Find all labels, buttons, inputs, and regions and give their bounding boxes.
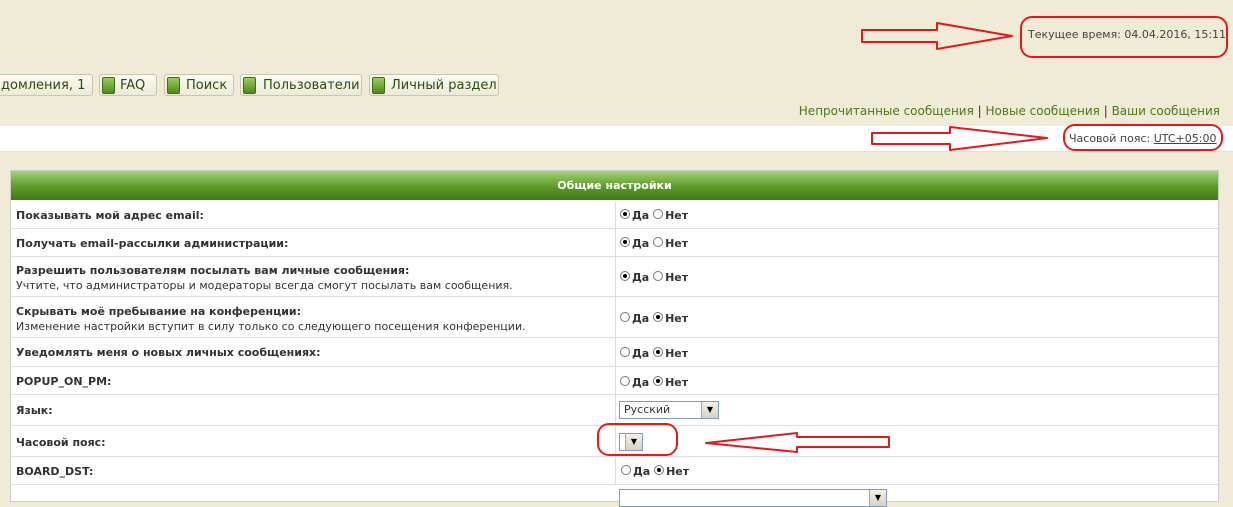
arrow-left-icon [705,432,890,453]
arrow-right-icon [871,126,1048,151]
arrow-right-icon [861,22,1013,50]
annotation-arrows [705,22,1048,453]
